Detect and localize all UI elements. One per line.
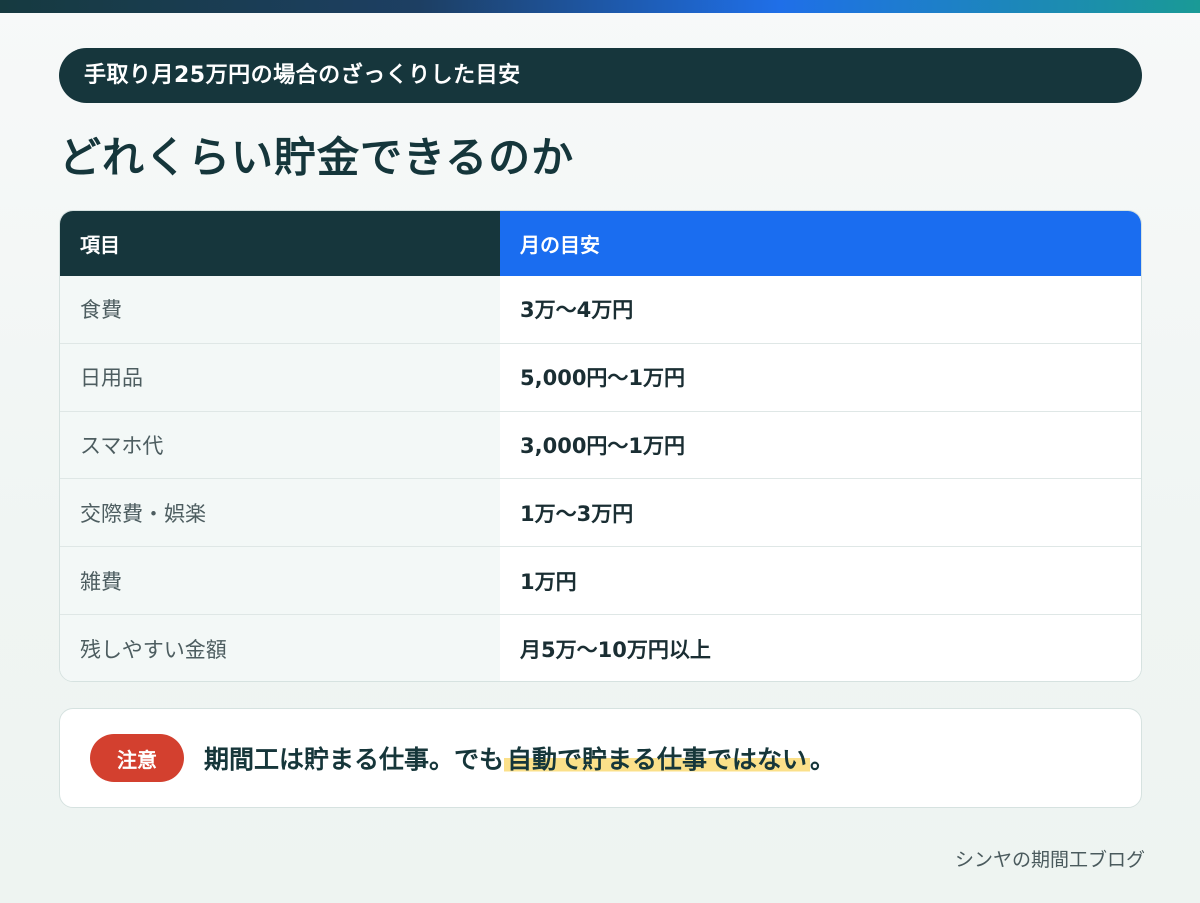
table-row: 交際費・娯楽 1万〜3万円 [60, 479, 1141, 548]
row-monthly-value: 5,000円〜1万円 [500, 343, 1141, 411]
row-item-label: 残しやすい金額 [60, 614, 500, 681]
row-item-label: 交際費・娯楽 [60, 479, 500, 547]
table-row: 雑費 1万円 [60, 547, 1141, 615]
table-row: 日用品 5,000円〜1万円 [60, 343, 1141, 412]
row-monthly-value: 1万円 [500, 547, 1141, 614]
column-header-item: 項目 [60, 211, 500, 276]
row-monthly-value: 月5万〜10万円以上 [500, 614, 1141, 681]
row-monthly-value: 3万〜4万円 [500, 276, 1141, 343]
top-accent-stripe [0, 0, 1200, 13]
caution-badge: 注意 [90, 734, 184, 782]
row-item-label: 食費 [60, 276, 500, 343]
page-title: どれくらい貯金できるのか [59, 133, 575, 182]
caution-text-lead: 期間工は貯まる仕事。でも [204, 745, 505, 774]
table-header-row: 項目 月の目安 [60, 211, 1141, 276]
row-item-label: スマホ代 [60, 411, 500, 479]
row-item-label: 雑費 [60, 547, 500, 614]
caution-message: 期間工は貯まる仕事。でも 自動で貯まる仕事ではない。 [204, 740, 835, 776]
row-item-label: 日用品 [60, 343, 500, 411]
row-monthly-value: 1万〜3万円 [500, 479, 1141, 547]
caution-text-highlight: 自動で貯まる仕事ではない [504, 745, 811, 774]
table-row: 食費 3万〜4万円 [60, 276, 1141, 344]
caution-note: 注意 期間工は貯まる仕事。でも 自動で貯まる仕事ではない。 [59, 708, 1142, 808]
table-row: 残しやすい金額 月5万〜10万円以上 [60, 614, 1141, 681]
caution-text-end: 。 [810, 745, 836, 774]
budget-table: 項目 月の目安 食費 3万〜4万円 日用品 5,000円〜1万円 スマホ代 3,… [59, 210, 1142, 682]
footer-brand: シンヤの期間工ブログ [954, 849, 1145, 871]
table-row: スマホ代 3,000円〜1万円 [60, 411, 1141, 480]
column-header-monthly: 月の目安 [500, 211, 1141, 276]
subtitle-banner: 手取り月25万円の場合のざっくりした目安 [59, 48, 1142, 103]
row-monthly-value: 3,000円〜1万円 [500, 411, 1141, 479]
